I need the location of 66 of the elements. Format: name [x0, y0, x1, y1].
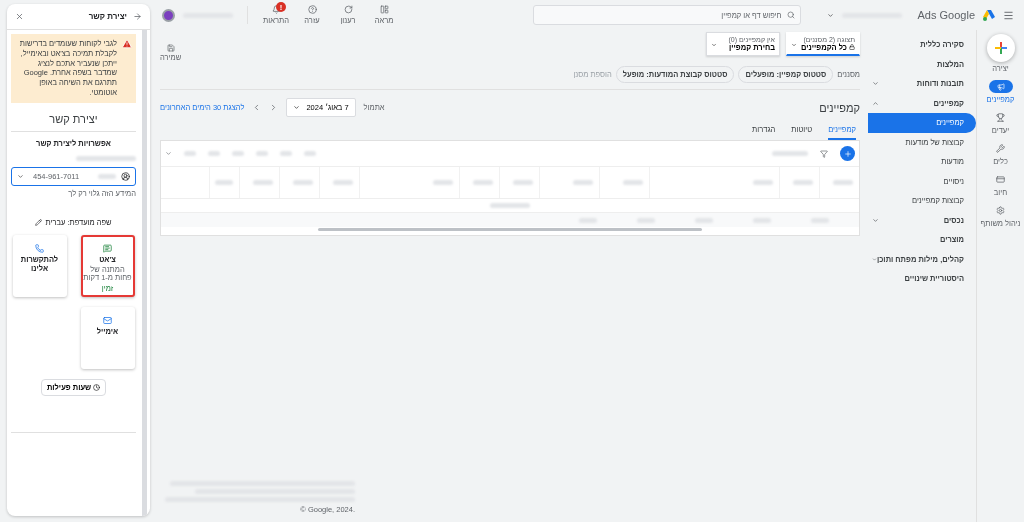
chevron-down-icon: [872, 255, 877, 263]
redacted-text: [256, 151, 268, 156]
redacted-text: [98, 173, 116, 179]
account-avatar[interactable]: [162, 8, 175, 22]
redacted-text: [232, 151, 244, 156]
lock-icon: [849, 44, 855, 50]
redacted-text: [184, 151, 196, 156]
redacted-text: [772, 151, 808, 156]
phone-icon: [35, 243, 44, 253]
person-icon: [121, 171, 130, 181]
dropdown-caret-icon: [711, 42, 717, 48]
redacted-text: [215, 180, 233, 185]
credit-card-icon: [996, 175, 1005, 184]
back-arrow-icon[interactable]: [133, 12, 142, 21]
plus-icon: [843, 149, 852, 158]
plus-icon: [994, 42, 1007, 54]
redacted-text: [623, 180, 643, 185]
help-icon: [307, 5, 317, 14]
clock-icon: [93, 383, 101, 391]
dropdown-caret-icon: [293, 104, 301, 111]
page-title: קמפיינים: [819, 101, 860, 114]
refresh-icon: [343, 5, 353, 14]
close-icon[interactable]: [15, 12, 24, 21]
redacted-text: [76, 155, 136, 161]
redacted-text: [513, 180, 533, 185]
redacted-text: [304, 151, 316, 156]
chevron-up-icon: [872, 99, 879, 107]
save-icon: [166, 44, 175, 52]
megaphone-icon: [996, 82, 1005, 91]
redacted-text: [573, 180, 593, 185]
menu-icon[interactable]: [1003, 9, 1014, 21]
chevron-down-icon: [872, 80, 879, 88]
contact-heading: יצירת קשר: [11, 102, 136, 132]
trophy-icon: [996, 113, 1005, 122]
redacted-text: [293, 180, 313, 185]
scrollbar[interactable]: [318, 228, 702, 231]
add-button[interactable]: [840, 146, 855, 161]
pencil-icon[interactable]: [35, 218, 43, 226]
search-icon: [786, 11, 795, 19]
redacted-text: [473, 180, 493, 185]
redacted-text: [433, 180, 453, 185]
redacted-text: [253, 180, 273, 185]
dropdown-caret-icon: [17, 172, 24, 180]
create-button[interactable]: [986, 34, 1015, 62]
redacted-text: [208, 151, 220, 156]
warning-icon: [122, 39, 132, 49]
redacted-text: [280, 151, 292, 156]
logo-icon: [983, 9, 995, 21]
expand-caret-icon[interactable]: [165, 150, 172, 157]
chevron-down-icon: [872, 216, 879, 224]
layout-icon: [379, 5, 389, 14]
redacted-text: [753, 180, 773, 185]
wrench-icon: [996, 144, 1005, 153]
account-caret-icon[interactable]: [826, 11, 834, 19]
redacted-text: [490, 203, 530, 208]
panel-title: יצירת קשר: [87, 12, 127, 21]
redacted-text: [833, 180, 853, 185]
logo-text: Ads Google: [917, 9, 975, 21]
bell-icon: [271, 5, 281, 14]
chat-icon: [103, 243, 112, 253]
filter-icon[interactable]: [820, 149, 828, 158]
mail-icon: [103, 315, 112, 325]
redacted-text: [793, 180, 813, 185]
settings-icon: [996, 206, 1005, 215]
redacted-text: [333, 180, 353, 185]
dropdown-caret-icon: [791, 42, 797, 48]
